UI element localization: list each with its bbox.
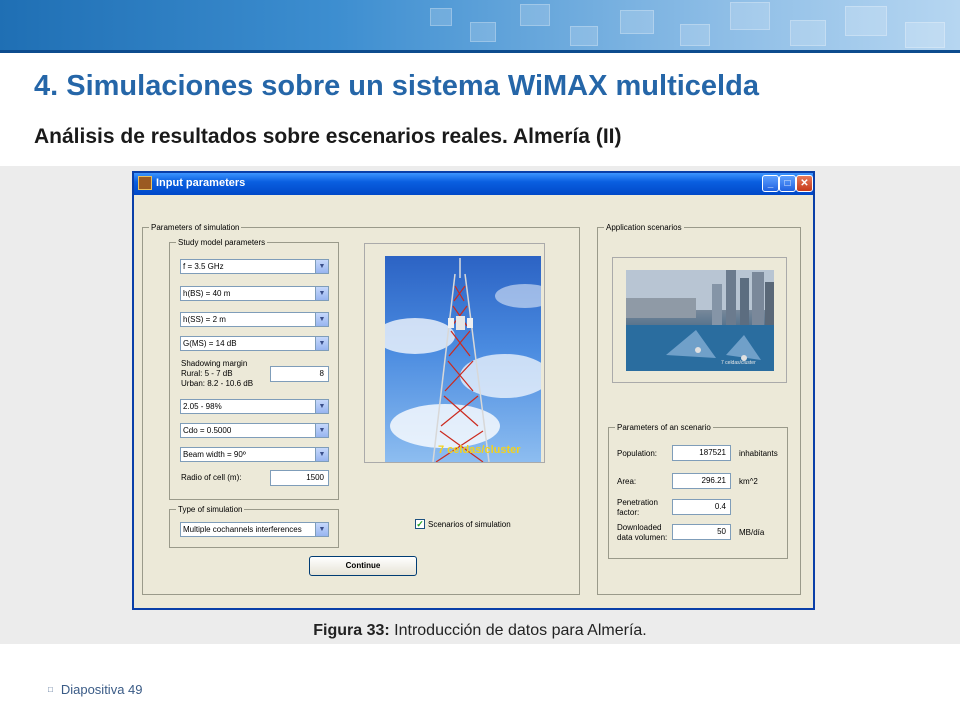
slide-subtitle: Análisis de resultados sobre escenarios … bbox=[34, 125, 622, 148]
image-frame: 7 celdas/cluster bbox=[364, 243, 545, 463]
antenna-tower-image: 7 celdas/cluster bbox=[385, 256, 541, 462]
caption-text: Introducción de datos para Almería. bbox=[389, 622, 647, 639]
beam-width-select[interactable]: Beam width = 90º ▼ bbox=[180, 447, 329, 462]
continue-button[interactable]: Continue bbox=[309, 556, 417, 576]
group-label: Study model parameters bbox=[178, 238, 266, 247]
radio-input[interactable]: 1500 bbox=[270, 470, 329, 486]
city-overlay-label: 7 celdas/cluster bbox=[721, 360, 756, 366]
scenarios-checkbox-label: Scenarios of simulation bbox=[428, 520, 511, 529]
city-scenario-image: 7 celdas/cluster bbox=[626, 270, 774, 371]
group-label: Parameters of simulation bbox=[151, 223, 240, 232]
group-label: Type of simulation bbox=[178, 505, 243, 514]
matlab-icon bbox=[138, 176, 152, 190]
chevron-down-icon: ▼ bbox=[315, 260, 328, 273]
population-input[interactable]: 187521 bbox=[672, 445, 731, 461]
cdo-select[interactable]: Cdo = 0.5000 ▼ bbox=[180, 423, 329, 438]
simulation-type-select[interactable]: Multiple cochannels interferences ▼ bbox=[180, 522, 329, 537]
population-label: Population: bbox=[617, 449, 658, 458]
slide-footer: □ Diapositiva 49 bbox=[48, 682, 143, 697]
coverage-select[interactable]: 2.05 - 98% ▼ bbox=[180, 399, 329, 414]
area-input[interactable]: 296.21 bbox=[672, 473, 731, 489]
chevron-down-icon: ▼ bbox=[315, 287, 328, 300]
city-illustration bbox=[626, 270, 774, 371]
hbs-select[interactable]: h(BS) = 40 m ▼ bbox=[180, 286, 329, 301]
dialog-title: Input parameters bbox=[156, 177, 246, 189]
shadowing-title: Shadowing margin bbox=[181, 359, 248, 368]
minimize-button[interactable]: _ bbox=[762, 175, 779, 192]
download-input[interactable]: 50 bbox=[672, 524, 731, 540]
download-label: Downloaded data volumen: bbox=[617, 523, 668, 542]
radio-label: Radio of cell (m): bbox=[181, 473, 242, 482]
shadowing-rural: Rural: 5 - 7 dB bbox=[181, 369, 233, 378]
slide-number: Diapositiva 49 bbox=[60, 682, 143, 697]
chevron-down-icon: ▼ bbox=[315, 400, 328, 413]
scenarios-checkbox[interactable]: ✓ bbox=[415, 519, 425, 529]
chevron-down-icon: ▼ bbox=[315, 313, 328, 326]
download-unit: MB/día bbox=[739, 528, 765, 537]
gms-select[interactable]: G(MS) = 14 dB ▼ bbox=[180, 336, 329, 351]
area-label: Area: bbox=[617, 477, 637, 486]
caption-label: Figura 33: bbox=[313, 622, 390, 639]
chevron-down-icon: ▼ bbox=[315, 523, 328, 536]
dialog-titlebar[interactable]: Input parameters _ □ ✕ bbox=[134, 173, 813, 195]
population-unit: inhabitants bbox=[739, 449, 778, 458]
hss-select[interactable]: h(SS) = 2 m ▼ bbox=[180, 312, 329, 327]
penetration-input[interactable]: 0.4 bbox=[672, 499, 731, 515]
tower-illustration bbox=[385, 258, 541, 462]
shadowing-urban: Urban: 8.2 - 10.6 dB bbox=[181, 379, 254, 388]
input-parameters-dialog: Input parameters _ □ ✕ Parameters of sim… bbox=[132, 171, 815, 610]
figure-caption: Figura 33: Introducción de datos para Al… bbox=[0, 622, 960, 640]
header-banner bbox=[0, 0, 960, 50]
chevron-down-icon: ▼ bbox=[315, 448, 328, 461]
shadowing-input[interactable]: 8 bbox=[270, 366, 329, 382]
square-bullet-icon: □ bbox=[48, 685, 53, 694]
frequency-select[interactable]: f = 3.5 GHz ▼ bbox=[180, 259, 329, 274]
chevron-down-icon: ▼ bbox=[315, 337, 328, 350]
close-button[interactable]: ✕ bbox=[796, 175, 813, 192]
cluster-overlay-label: 7 celdas/cluster bbox=[438, 444, 521, 456]
penetration-label: Penetration factor: bbox=[617, 498, 658, 517]
group-label: Application scenarios bbox=[606, 223, 682, 232]
area-unit: km^2 bbox=[739, 477, 758, 486]
group-label: Parameters of an scenario bbox=[617, 423, 711, 432]
slide-title: 4. Simulaciones sobre un sistema WiMAX m… bbox=[34, 70, 759, 102]
chevron-down-icon: ▼ bbox=[315, 424, 328, 437]
maximize-button[interactable]: □ bbox=[779, 175, 796, 192]
header-divider bbox=[0, 50, 960, 53]
scenario-image-frame: 7 celdas/cluster bbox=[612, 257, 787, 383]
